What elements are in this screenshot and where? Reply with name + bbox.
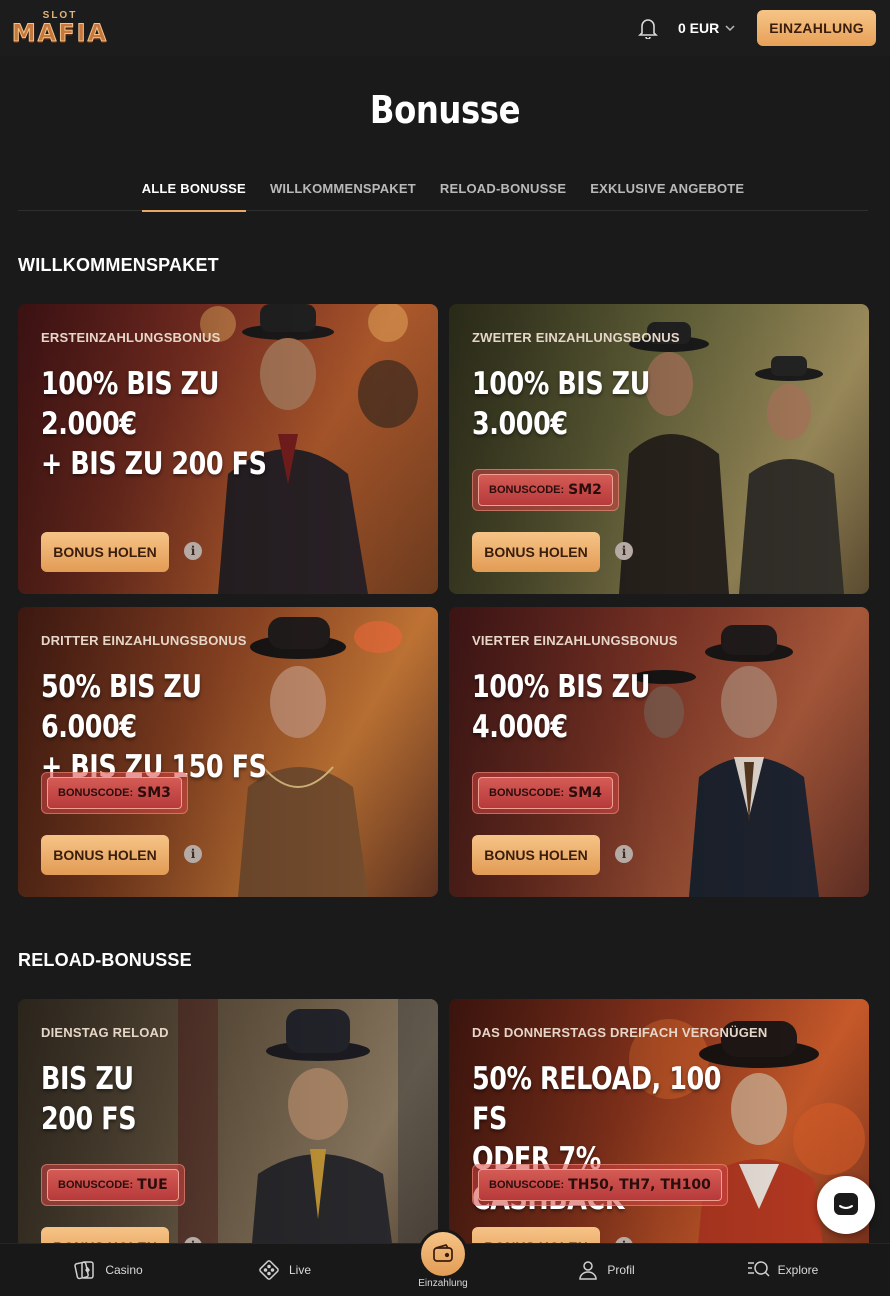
section-title-welcome: WILLKOMMENSPAKET — [18, 255, 219, 275]
nav-explore-label: Explore — [777, 1263, 819, 1277]
tab-exclusive-offers[interactable]: EXKLUSIVE ANGEBOTE — [590, 176, 744, 211]
bonus-card-label: DAS DONNERSTAGS DREIFACH VERGNÜGEN — [472, 1025, 768, 1040]
bonus-code-prefix: BONUSCODE: — [489, 1179, 565, 1191]
info-icon[interactable]: i — [184, 845, 202, 863]
bonus-claim-button[interactable]: BONUS HOLEN — [41, 835, 169, 875]
bonus-code-prefix: BONUSCODE: — [58, 1179, 134, 1191]
nav-explore[interactable]: Explore — [722, 1258, 842, 1282]
nav-casino-label: Casino — [105, 1263, 143, 1277]
bonus-card-headline: 50% BIS ZU 6.000€ + BIS ZU 150 FS — [41, 669, 267, 785]
balance-value: 0 EUR — [677, 20, 720, 36]
info-icon[interactable]: i — [615, 845, 633, 863]
nav-profile[interactable]: Profil — [546, 1259, 666, 1281]
bonus-code-inner: BONUSCODE: SM2 — [478, 474, 613, 506]
nav-profile-label: Profil — [607, 1263, 635, 1277]
bonus-claim-button[interactable]: BONUS HOLEN — [41, 532, 169, 572]
support-chat-button[interactable] — [817, 1176, 875, 1234]
nav-live[interactable]: Live — [224, 1258, 344, 1282]
balance-selector[interactable]: 0 EUR — [678, 20, 735, 36]
nav-deposit-button[interactable] — [418, 1229, 468, 1279]
section-title-reload: RELOAD-BONUSSE — [18, 950, 192, 970]
bonus-card-label: ERSTEINZAHLUNGSBONUS — [41, 330, 221, 345]
bonus-card-first-deposit[interactable]: ERSTEINZAHLUNGSBONUS 100% BIS ZU 2.000€ … — [18, 304, 438, 594]
bonus-card-headline: 100% BIS ZU 4.000€ — [472, 669, 650, 745]
bonus-card-third-deposit[interactable]: DRITTER EINZAHLUNGSBONUS 50% BIS ZU 6.00… — [18, 607, 438, 897]
notification-bell-icon[interactable] — [636, 16, 660, 40]
bonus-code-badge[interactable]: BONUSCODE: TH50, TH7, TH100 — [472, 1164, 728, 1206]
nav-casino[interactable]: Casino — [48, 1258, 168, 1282]
tab-welcome-package[interactable]: WILLKOMMENSPAKET — [270, 176, 416, 211]
bonus-card-headline: 100% BIS ZU 3.000€ — [472, 366, 650, 442]
bonus-code-value: TH50, TH7, TH100 — [568, 1177, 711, 1193]
info-icon[interactable]: i — [184, 542, 202, 560]
tab-reload-bonuses[interactable]: RELOAD-BONUSSE — [440, 176, 566, 211]
bonus-card-headline: 100% BIS ZU 2.000€ + BIS ZU 200 FS — [41, 366, 267, 482]
header-actions: 0 EUR EINZAHLUNG — [636, 10, 876, 46]
explore-search-icon — [747, 1261, 770, 1277]
top-bar: SLOT MAFIA 0 EUR EINZAHLUNG — [0, 0, 890, 56]
wallet-icon — [433, 1244, 453, 1262]
bonus-code-badge[interactable]: BONUSCODE: SM2 — [472, 469, 619, 511]
slot-mafia-logo[interactable]: SLOT MAFIA — [10, 8, 110, 48]
bonus-code-value: TUE — [137, 1177, 168, 1193]
bonus-card-label: ZWEITER EINZAHLUNGSBONUS — [472, 330, 680, 345]
page-title: Bonusse — [369, 88, 521, 132]
bonus-card-label: VIERTER EINZAHLUNGSBONUS — [472, 633, 678, 648]
chevron-down-icon — [725, 25, 735, 32]
cards-icon — [74, 1261, 95, 1280]
user-icon — [579, 1261, 598, 1280]
chat-icon — [834, 1193, 858, 1215]
bonus-code-inner: BONUSCODE: SM4 — [478, 777, 613, 809]
nav-live-label: Live — [288, 1263, 311, 1277]
bonus-code-prefix: BONUSCODE: — [489, 484, 565, 496]
bonus-card-label: DIENSTAG RELOAD — [41, 1025, 169, 1040]
bonus-code-badge[interactable]: BONUSCODE: TUE — [41, 1164, 185, 1206]
bonus-code-badge[interactable]: BONUSCODE: SM3 — [41, 772, 188, 814]
bonus-card-headline: BIS ZU 200 FS — [41, 1061, 137, 1137]
bonus-code-value: SM4 — [568, 785, 602, 801]
bonus-code-inner: BONUSCODE: TH50, TH7, TH100 — [478, 1169, 722, 1201]
bonus-card-fourth-deposit[interactable]: VIERTER EINZAHLUNGSBONUS 100% BIS ZU 4.0… — [449, 607, 869, 897]
bonus-code-badge[interactable]: BONUSCODE: SM4 — [472, 772, 619, 814]
bonus-code-prefix: BONUSCODE: — [58, 787, 134, 799]
bonus-card-label: DRITTER EINZAHLUNGSBONUS — [41, 633, 247, 648]
bonus-code-value: SM3 — [137, 785, 171, 801]
bonus-claim-button[interactable]: BONUS HOLEN — [472, 532, 600, 572]
bonus-code-inner: BONUSCODE: TUE — [47, 1169, 179, 1201]
bonus-card-second-deposit[interactable]: ZWEITER EINZAHLUNGSBONUS 100% BIS ZU 3.0… — [449, 304, 869, 594]
bonus-code-value: SM2 — [568, 482, 602, 498]
logo-main-text: MAFIA — [11, 19, 109, 47]
bonus-claim-button[interactable]: BONUS HOLEN — [472, 835, 600, 875]
bonus-tabs: ALLE BONUSSE WILLKOMMENSPAKET RELOAD-BON… — [18, 176, 868, 212]
bonus-code-inner: BONUSCODE: SM3 — [47, 777, 182, 809]
deposit-button[interactable]: EINZAHLUNG — [757, 10, 876, 46]
tab-all-bonuses[interactable]: ALLE BONUSSE — [141, 176, 247, 212]
bonus-code-prefix: BONUSCODE: — [489, 787, 565, 799]
nav-deposit-label[interactable]: Einzahlung — [400, 1278, 486, 1289]
info-icon[interactable]: i — [615, 542, 633, 560]
dice-icon — [259, 1260, 279, 1280]
